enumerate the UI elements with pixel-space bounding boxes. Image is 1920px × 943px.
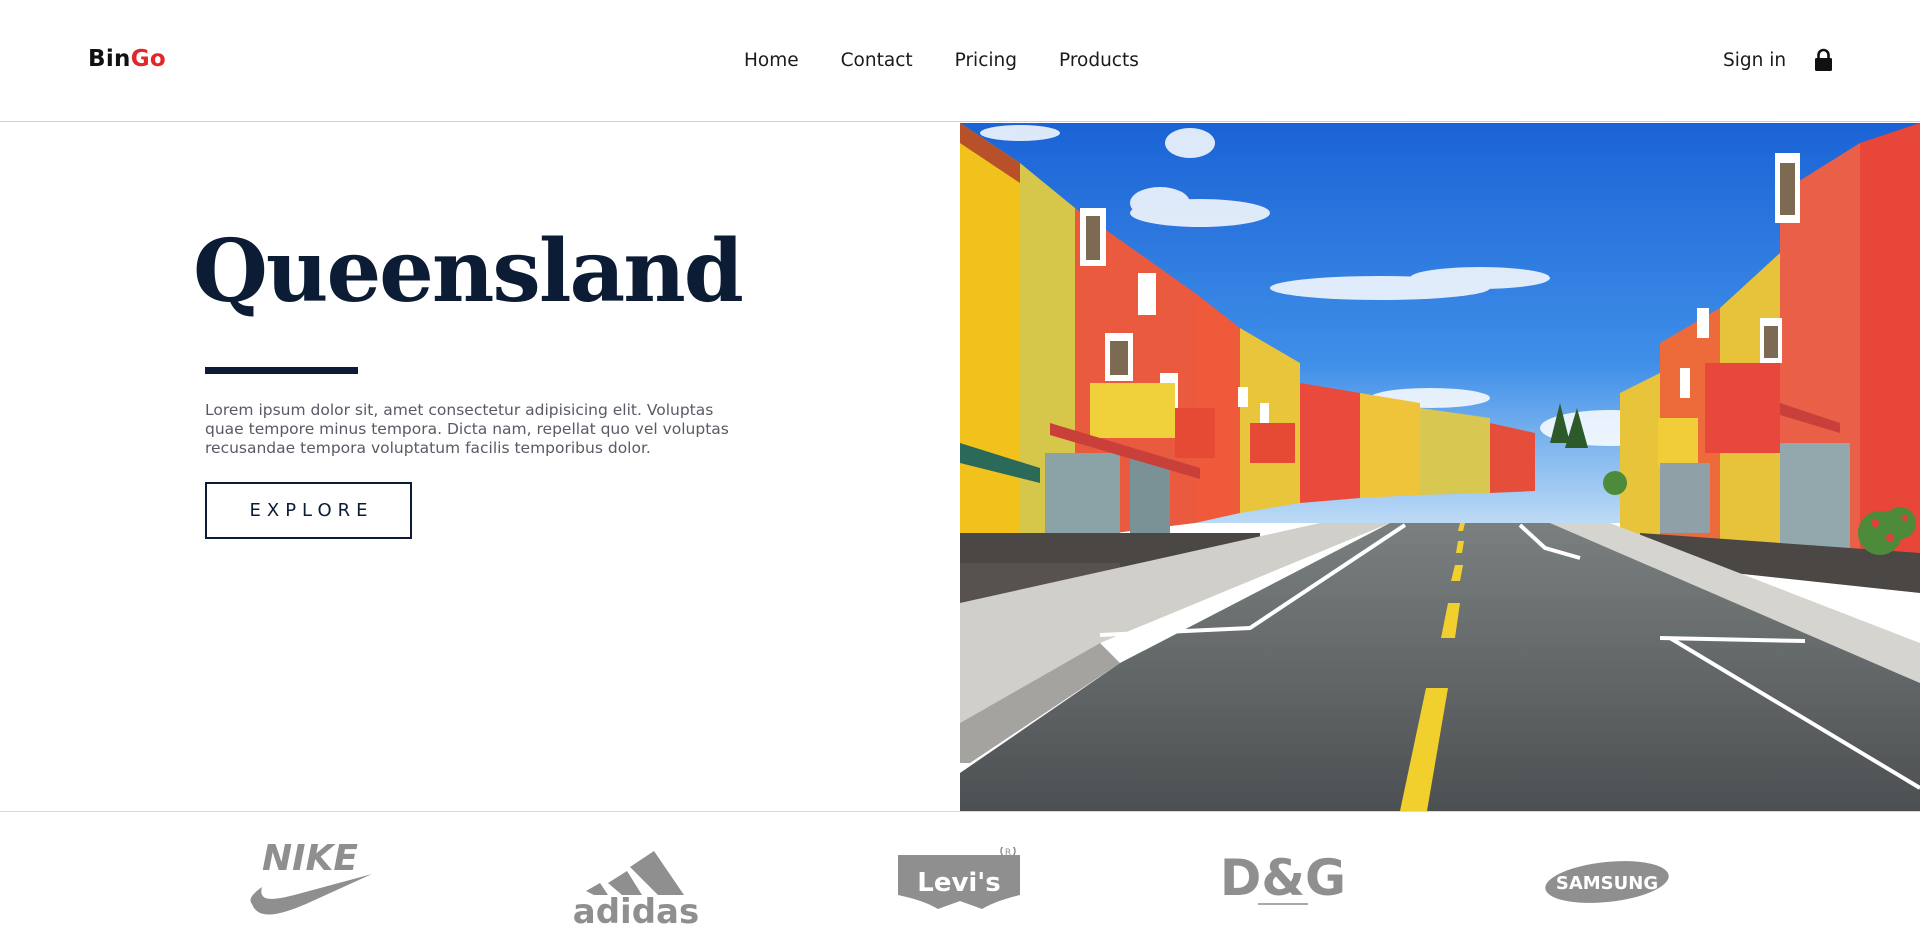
street-photo [960,123,1920,811]
site-header: BinGo Home Contact Pricing Products Sign… [0,0,1920,122]
nav-pricing[interactable]: Pricing [955,50,1017,71]
brand-adidas: adidas [572,832,702,932]
brand-strip: NIKE adidas Levi's R D&G SAMSUNG [0,811,1920,943]
explore-button[interactable]: EXPLORE [205,482,412,539]
title-underline [205,367,358,374]
nav-products[interactable]: Products [1059,50,1139,71]
hero-title: Queensland [193,221,744,322]
main-nav: Home Contact Pricing Products [744,50,1181,71]
nike-logo-icon: NIKE [250,842,372,915]
logo[interactable]: BinGo [88,46,166,72]
svg-text:R: R [1005,848,1011,858]
nike-wordmark: NIKE [262,842,358,879]
dg-logo-icon: D&G [1220,849,1346,907]
brand-levis: Levi's R [896,832,1026,932]
brand-nike: NIKE [248,832,378,932]
brand-samsung: SAMSUNG [1542,832,1672,932]
logo-part1: Bin [88,46,131,72]
hero-description: Lorem ipsum dolor sit, amet consectetur … [205,401,729,457]
brand-dg: D&G [1218,832,1348,932]
samsung-wordmark: SAMSUNG [1556,873,1658,894]
lock-icon[interactable] [1814,48,1833,72]
levis-logo-icon: Levi's R [898,847,1020,909]
samsung-logo-icon: SAMSUNG [1545,861,1669,903]
adidas-wordmark: adidas [573,892,699,927]
hero-image [960,123,1920,811]
nav-home[interactable]: Home [744,50,799,71]
adidas-logo-icon: adidas [573,851,699,927]
dg-wordmark: D&G [1220,849,1346,907]
nav-contact[interactable]: Contact [841,50,913,71]
levis-wordmark: Levi's [917,868,1001,898]
logo-part2: Go [130,46,166,72]
signin-link[interactable]: Sign in [1723,50,1786,71]
